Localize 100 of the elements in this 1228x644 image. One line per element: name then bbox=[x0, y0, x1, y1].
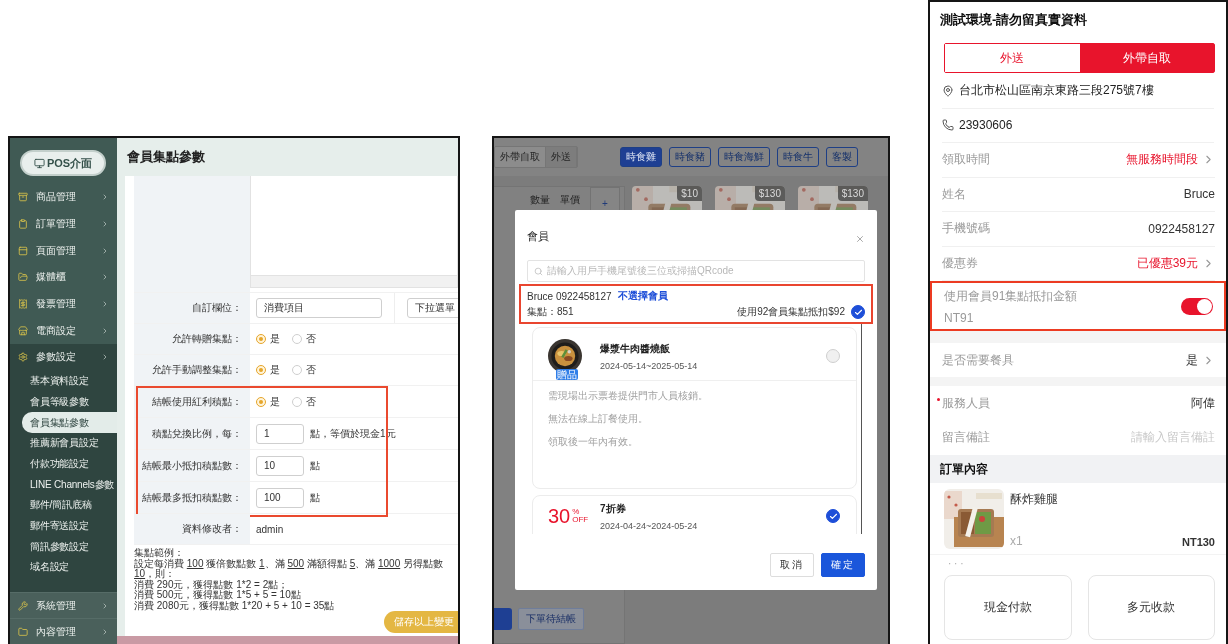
member-card[interactable]: Bruce 0922458127 不選擇會員 集點：851 使用92會員集點抵扣$92 bbox=[519, 284, 873, 324]
item-name: 酥炸雞腿 bbox=[1010, 491, 1059, 508]
chevron-icon bbox=[101, 220, 109, 229]
sidebar-item[interactable]: 電商設定 bbox=[10, 317, 117, 345]
radio-option[interactable]: 是 bbox=[256, 332, 280, 346]
sidebar-item[interactable]: 內容管理 bbox=[10, 618, 117, 644]
sidebar-item[interactable]: 媒體櫃 bbox=[10, 264, 117, 291]
item-price: NT130 bbox=[1181, 536, 1215, 548]
chevron-icon bbox=[101, 246, 109, 255]
sidebar-item[interactable]: 商品管理 bbox=[10, 184, 117, 211]
field-label: 優惠券 bbox=[942, 254, 979, 272]
off-label: OFF bbox=[572, 516, 589, 524]
more-indicator: · · · bbox=[947, 557, 965, 571]
submenu-item[interactable]: 域名設定 bbox=[10, 557, 117, 578]
store-icon bbox=[18, 325, 28, 336]
chevron-icon bbox=[101, 601, 109, 610]
price-tag: $130 bbox=[754, 186, 785, 201]
close-icon[interactable] bbox=[855, 234, 865, 244]
chevron-icon bbox=[101, 628, 109, 637]
field-value[interactable]: 阿偉 bbox=[1191, 394, 1215, 412]
payment-button[interactable]: 現金付款 bbox=[944, 575, 1072, 640]
discount-amount: 30 bbox=[548, 504, 571, 528]
toggle-switch[interactable] bbox=[1181, 297, 1213, 315]
submenu-item[interactable]: 會員等級參數 bbox=[10, 391, 117, 413]
category-tab[interactable]: 時食牛 bbox=[777, 147, 819, 167]
field-value[interactable]: 已優惠39元 bbox=[1136, 254, 1198, 272]
folder-icon bbox=[18, 627, 28, 638]
field-label: 留言備註 bbox=[942, 429, 991, 446]
dropdown-select[interactable]: 下拉選單 bbox=[407, 298, 458, 318]
submenu-item[interactable]: 郵件/簡訊底稿 bbox=[10, 494, 117, 516]
section-title: 訂單內容 bbox=[930, 455, 1226, 483]
field-value: 0922458127 bbox=[1148, 221, 1215, 236]
points-amount: NT91 bbox=[944, 310, 975, 325]
number-field[interactable]: 1 bbox=[256, 423, 304, 444]
search-icon bbox=[534, 266, 543, 276]
coupon-note: 需現場出示票卷提供門市人員核銷。 bbox=[548, 389, 709, 403]
pending-order-button[interactable]: 下單待結帳 bbox=[518, 608, 584, 630]
example-text: 設定每消費 100 獲倍數點數 1、滿 500 滿額得點 5、滿 1000 另得點數 10，則： bbox=[134, 558, 444, 580]
text-area[interactable] bbox=[250, 176, 458, 288]
deselect-link[interactable]: 不選擇會員 bbox=[617, 289, 668, 303]
sidebar-item[interactable]: 頁面管理 bbox=[10, 237, 117, 265]
chevron-icon bbox=[101, 353, 109, 362]
example-title: 集點範例： bbox=[134, 548, 185, 559]
submenu-item[interactable]: LINE Channels參數 bbox=[10, 474, 117, 495]
radio-option[interactable]: 否 bbox=[292, 394, 316, 409]
sidebar-item[interactable]: 訂單管理 bbox=[10, 210, 117, 238]
number-field[interactable]: 10 bbox=[256, 455, 304, 476]
field-label: 姓名 bbox=[942, 185, 967, 203]
sidebar-item[interactable]: 系統管理 bbox=[10, 591, 117, 619]
field-label: 是否需要餐具 bbox=[942, 351, 1015, 369]
panel-icon bbox=[18, 245, 28, 256]
submenu-item[interactable]: 郵件寄送設定 bbox=[10, 515, 117, 537]
receipt-icon bbox=[18, 299, 28, 310]
field-value[interactable]: 無服務時間段 bbox=[1126, 151, 1198, 169]
sidebar-item[interactable]: 發票管理 bbox=[10, 290, 117, 318]
submenu-item[interactable]: 基本資料設定 bbox=[10, 370, 117, 392]
confirm-button[interactable]: 確定 bbox=[821, 553, 865, 577]
submenu-item[interactable]: 簡訊參數設定 bbox=[10, 536, 117, 557]
field-label: 積點兌換比例，每： bbox=[134, 418, 250, 449]
check-icon[interactable] bbox=[826, 509, 840, 523]
field-label: 允許手動調整集點： bbox=[134, 355, 250, 385]
submenu-item[interactable]: 會員集點參數 bbox=[22, 412, 117, 433]
number-field[interactable]: 100 bbox=[256, 487, 304, 508]
chevron-icon bbox=[101, 273, 109, 282]
field-value: Bruce bbox=[1183, 187, 1215, 202]
coupon-dates: 2024-05-14~2025-05-14 bbox=[600, 360, 699, 371]
radio-option[interactable]: 否 bbox=[292, 363, 316, 377]
order-type-tab[interactable]: 外帶自取 bbox=[495, 147, 546, 167]
category-tab[interactable]: 時食豬 bbox=[669, 147, 711, 167]
field-value[interactable]: 是 bbox=[1186, 351, 1198, 369]
coupon-name: 7折券 bbox=[600, 501, 627, 516]
submenu-item[interactable]: 推薦新會員設定 bbox=[10, 432, 117, 454]
radio-circle[interactable] bbox=[826, 349, 840, 363]
chevron-icon bbox=[101, 193, 109, 202]
field-label: 領取時間 bbox=[942, 151, 991, 169]
pos-button[interactable]: POS介面 bbox=[20, 150, 106, 176]
radio-option[interactable]: 是 bbox=[256, 394, 280, 409]
submenu-item[interactable]: 付款功能設定 bbox=[10, 453, 117, 475]
category-tab[interactable]: 時食海鮮 bbox=[718, 147, 770, 167]
redeem-text: 使用92會員集點抵扣$92 bbox=[737, 305, 845, 319]
chevron-icon bbox=[101, 300, 109, 309]
field-label: 服務人員 bbox=[942, 394, 991, 412]
checkout-button[interactable] bbox=[494, 608, 512, 630]
mode-tab[interactable]: 外帶自取 bbox=[1079, 44, 1214, 72]
payment-button[interactable]: 多元收款 bbox=[1087, 575, 1215, 640]
example-text: 消費 290元，獲得點數 1*2 = 2點； bbox=[134, 579, 289, 590]
input-field[interactable]: 消費項目 bbox=[256, 298, 382, 318]
cancel-button[interactable]: 取消 bbox=[770, 553, 814, 577]
column-header: 單價 bbox=[560, 193, 580, 207]
dialog-title: 會員 bbox=[527, 229, 549, 244]
price-tag: $10 bbox=[677, 186, 702, 201]
sidebar-item[interactable]: 參數設定 bbox=[10, 344, 117, 371]
radio-option[interactable]: 是 bbox=[256, 363, 280, 377]
radio-option[interactable]: 否 bbox=[292, 332, 316, 346]
category-tab[interactable]: 時食雞 bbox=[620, 147, 662, 167]
settings-icon bbox=[18, 352, 28, 363]
check-icon[interactable] bbox=[851, 305, 865, 319]
category-tab[interactable]: 客製 bbox=[826, 147, 858, 167]
percent-sign: % bbox=[572, 508, 581, 516]
order-type-tab[interactable]: 外送 bbox=[546, 147, 577, 167]
